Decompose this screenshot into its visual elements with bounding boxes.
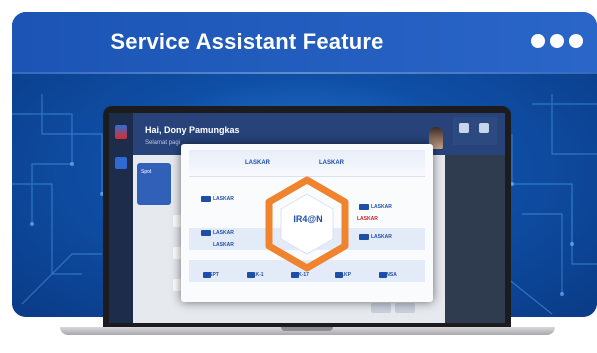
feature-item: LASKAR xyxy=(357,216,378,222)
feature-item: LASKAR xyxy=(371,204,392,210)
bottom-feature: LKP xyxy=(341,272,351,278)
feature-modal: LASKAR LASKAR IR4@N LASKAR LASKAR LASKAR… xyxy=(181,144,433,302)
footer-chip[interactable] xyxy=(395,303,415,313)
laptop-notch xyxy=(281,327,333,331)
bottom-feature: LNSA xyxy=(383,272,397,278)
dot xyxy=(531,34,545,48)
app-sidebar xyxy=(109,113,133,323)
more-dots-icon[interactable] xyxy=(531,34,583,48)
bottom-feature: LK-1 xyxy=(252,272,264,278)
feature-item: LASKAR xyxy=(371,234,392,240)
footer-chip[interactable] xyxy=(371,303,391,313)
panel-label: Spot xyxy=(141,169,152,175)
side-panel-card[interactable]: Spot xyxy=(137,163,171,205)
card-header: Service Assistant Feature xyxy=(12,12,597,72)
hub-label: IR4@N xyxy=(293,214,323,224)
sidebar-home-button[interactable] xyxy=(115,157,127,169)
bottom-feature: LK-17 xyxy=(295,272,309,278)
dark-overlay-area xyxy=(445,155,505,323)
feature-item: LASKAR xyxy=(213,230,234,236)
feature-item: LASKAR xyxy=(213,242,234,248)
dot xyxy=(569,34,583,48)
dot xyxy=(550,34,564,48)
user-greeting: Hai, Dony Pamungkas xyxy=(145,125,240,135)
card-title: Service Assistant Feature xyxy=(110,29,384,54)
app-logo xyxy=(115,125,127,139)
top-toolbar xyxy=(453,117,497,145)
feature-item: LASKAR xyxy=(213,196,234,202)
user-greeting-subtitle: Selamat pagi xyxy=(145,140,181,146)
bottom-feature: SPT xyxy=(209,272,219,278)
tool-icon[interactable] xyxy=(459,123,469,133)
tool-icon[interactable] xyxy=(479,123,489,133)
